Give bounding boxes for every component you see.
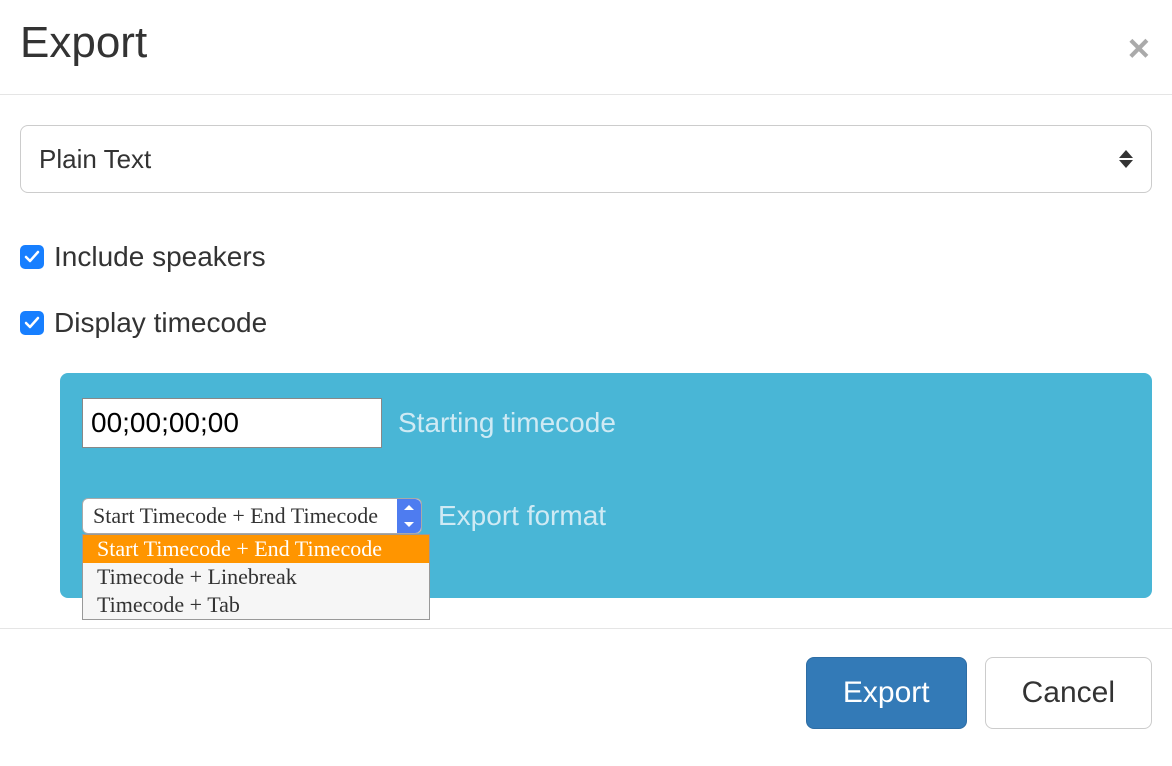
export-format-option[interactable]: Timecode + Linebreak [83,563,429,591]
display-timecode-label: Display timecode [54,307,267,339]
include-speakers-label: Include speakers [54,241,266,273]
check-icon [24,315,40,331]
include-speakers-checkbox[interactable] [20,245,44,269]
modal-footer: Export Cancel [0,628,1172,743]
close-icon[interactable]: × [1128,30,1150,68]
cancel-button[interactable]: Cancel [985,657,1152,729]
export-format-select[interactable]: Start Timecode + End Timecode [82,498,422,534]
modal-body: Plain Text Include speakers Display time… [0,95,1172,628]
export-format-label: Export format [438,500,606,532]
export-button[interactable]: Export [806,657,967,729]
export-format-option[interactable]: Timecode + Tab [83,591,429,619]
display-timecode-checkbox[interactable] [20,311,44,335]
file-format-select[interactable]: Plain Text [20,125,1152,193]
starting-timecode-input[interactable] [82,398,382,448]
starting-timecode-row: Starting timecode [82,398,1130,448]
select-caret-icon [1119,150,1133,168]
export-format-row: Start Timecode + End Timecode Export for… [82,498,606,534]
display-timecode-row: Display timecode [20,307,1152,339]
modal-header: Export × [0,0,1172,95]
file-format-value: Plain Text [39,144,151,175]
modal-title: Export [20,20,147,66]
export-format-option[interactable]: Start Timecode + End Timecode [83,535,429,563]
export-modal: Export × Plain Text Include speakers Dis… [0,0,1172,743]
timecode-panel: Starting timecode Start Timecode + End T… [60,373,1152,598]
starting-timecode-label: Starting timecode [398,407,616,439]
check-icon [24,249,40,265]
select-stepper-icon [397,499,421,533]
export-format-dropdown: Start Timecode + End Timecode Timecode +… [82,534,430,620]
export-format-value: Start Timecode + End Timecode [93,503,378,529]
include-speakers-row: Include speakers [20,241,1152,273]
